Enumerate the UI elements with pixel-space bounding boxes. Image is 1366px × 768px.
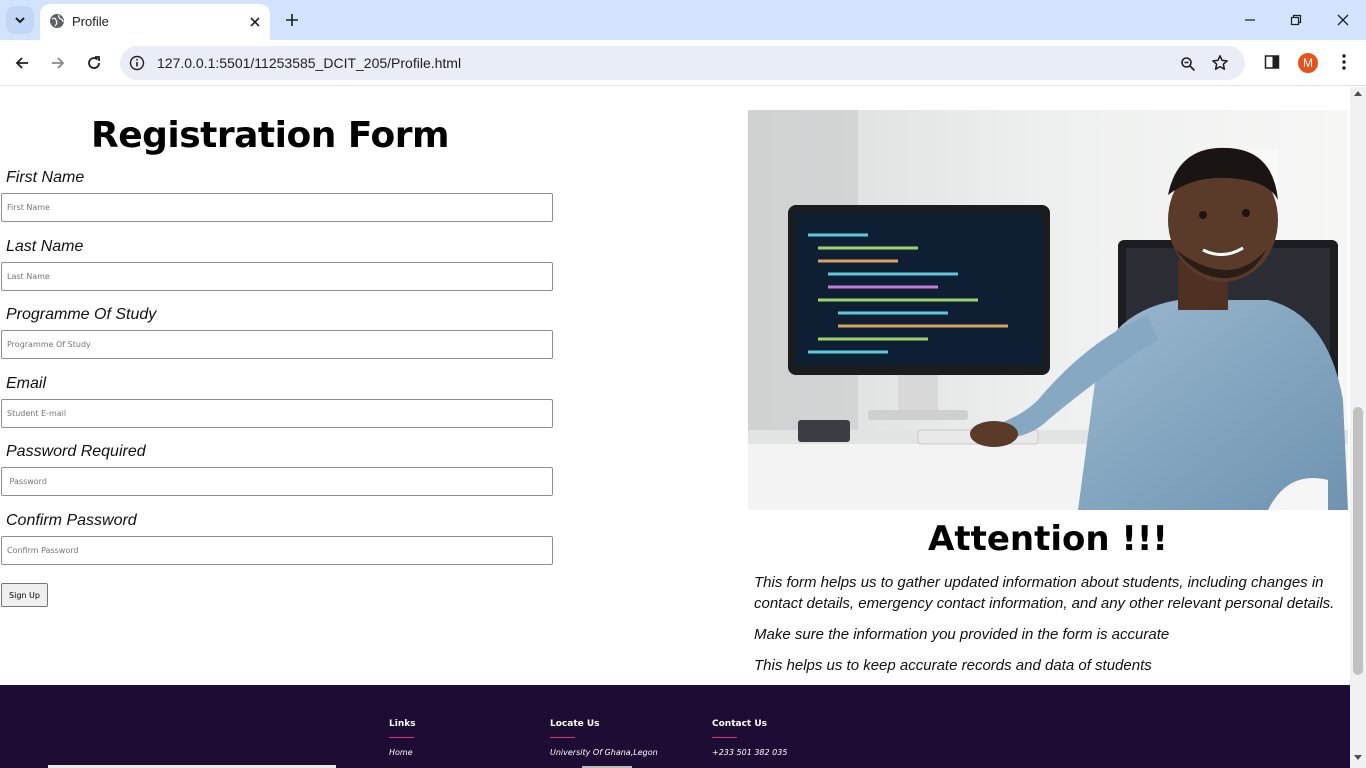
url-text[interactable]: 127.0.0.1:5501/11253585_DCIT_205/Profile… [157, 55, 461, 71]
confirm-password-input[interactable] [1, 536, 553, 565]
password-label: Password Required [6, 443, 146, 460]
active-tab[interactable]: Profile [40, 4, 270, 40]
form-title: Registration Form [90, 115, 450, 156]
email-input[interactable] [1, 399, 553, 428]
first-name-input[interactable] [1, 193, 553, 222]
browser-toolbar: 127.0.0.1:5501/11253585_DCIT_205/Profile… [0, 40, 1366, 86]
restore-icon [1290, 14, 1302, 26]
sign-up-button[interactable]: Sign Up [1, 583, 48, 607]
footer-divider [550, 737, 575, 738]
footer-contact-heading: Contact Us [712, 719, 768, 729]
zoom-icon [1181, 57, 1196, 72]
close-window-button[interactable] [1331, 8, 1355, 32]
student-at-computer-illustration [748, 110, 1348, 510]
attention-paragraph: This form helps us to gather updated inf… [754, 574, 1335, 612]
info-icon [129, 55, 145, 71]
back-arrow-icon [15, 57, 28, 69]
attention-heading: Attention !!! [928, 519, 1168, 559]
programme-input[interactable] [1, 330, 553, 359]
tab-title: Profile [72, 14, 109, 29]
reload-icon [88, 56, 100, 69]
footer-location-text: University Of Ghana,Legon [550, 748, 658, 757]
scrollbar-thumb[interactable] [1353, 407, 1363, 675]
close-icon [250, 17, 260, 27]
page-viewport: Registration Form First Name Last Name P… [0, 87, 1350, 768]
profile-avatar[interactable]: M [1298, 53, 1318, 73]
page-scrollbar[interactable] [1350, 87, 1366, 768]
address-bar[interactable]: 127.0.0.1:5501/11253585_DCIT_205/Profile… [120, 46, 1245, 80]
zoom-button[interactable] [1178, 54, 1198, 74]
footer-home-link[interactable]: Home [389, 748, 413, 757]
side-panel-icon [1264, 55, 1280, 69]
minimize-icon [1245, 19, 1255, 21]
minimize-button[interactable] [1238, 8, 1262, 32]
page-footer: Links Home Locate Us University Of Ghana… [0, 685, 1350, 768]
close-icon [1337, 14, 1349, 26]
site-info-button[interactable] [128, 54, 146, 72]
attention-paragraph: This helps us to keep accurate records a… [754, 657, 1152, 674]
tab-close-button[interactable] [246, 13, 264, 31]
reload-button[interactable] [82, 51, 106, 75]
tab-search-button[interactable] [6, 6, 34, 34]
kebab-menu-icon [1342, 54, 1346, 70]
new-tab-button[interactable] [282, 10, 302, 30]
star-icon [1212, 55, 1228, 70]
programme-label: Programme Of Study [6, 306, 157, 323]
scroll-down-arrow-icon[interactable] [1354, 755, 1362, 760]
bookmark-button[interactable] [1210, 53, 1230, 73]
first-name-label: First Name [6, 169, 85, 186]
last-name-label: Last Name [6, 238, 84, 255]
forward-arrow-icon [52, 57, 65, 69]
side-panel-button[interactable] [1262, 52, 1282, 72]
globe-icon [50, 14, 64, 28]
password-input[interactable] [1, 467, 553, 496]
footer-links-heading: Links [389, 719, 416, 729]
browser-menu-button[interactable] [1334, 52, 1354, 72]
tab-strip: Profile [0, 0, 1366, 40]
hero-image [748, 110, 1348, 510]
footer-locate-heading: Locate Us [550, 719, 600, 729]
back-button[interactable] [10, 51, 34, 75]
footer-phone-text: +233 501 382 035 [712, 748, 788, 757]
restore-button[interactable] [1284, 8, 1308, 32]
last-name-input[interactable] [1, 262, 553, 291]
chevron-down-icon [15, 17, 25, 24]
confirm-password-label: Confirm Password [6, 512, 137, 529]
forward-button[interactable] [46, 51, 70, 75]
scroll-up-arrow-icon[interactable] [1354, 91, 1362, 96]
footer-divider [712, 737, 737, 738]
attention-paragraph: Make sure the information you provided i… [754, 626, 1170, 643]
footer-divider [389, 737, 414, 738]
email-label: Email [6, 375, 47, 392]
plus-icon [286, 14, 298, 26]
